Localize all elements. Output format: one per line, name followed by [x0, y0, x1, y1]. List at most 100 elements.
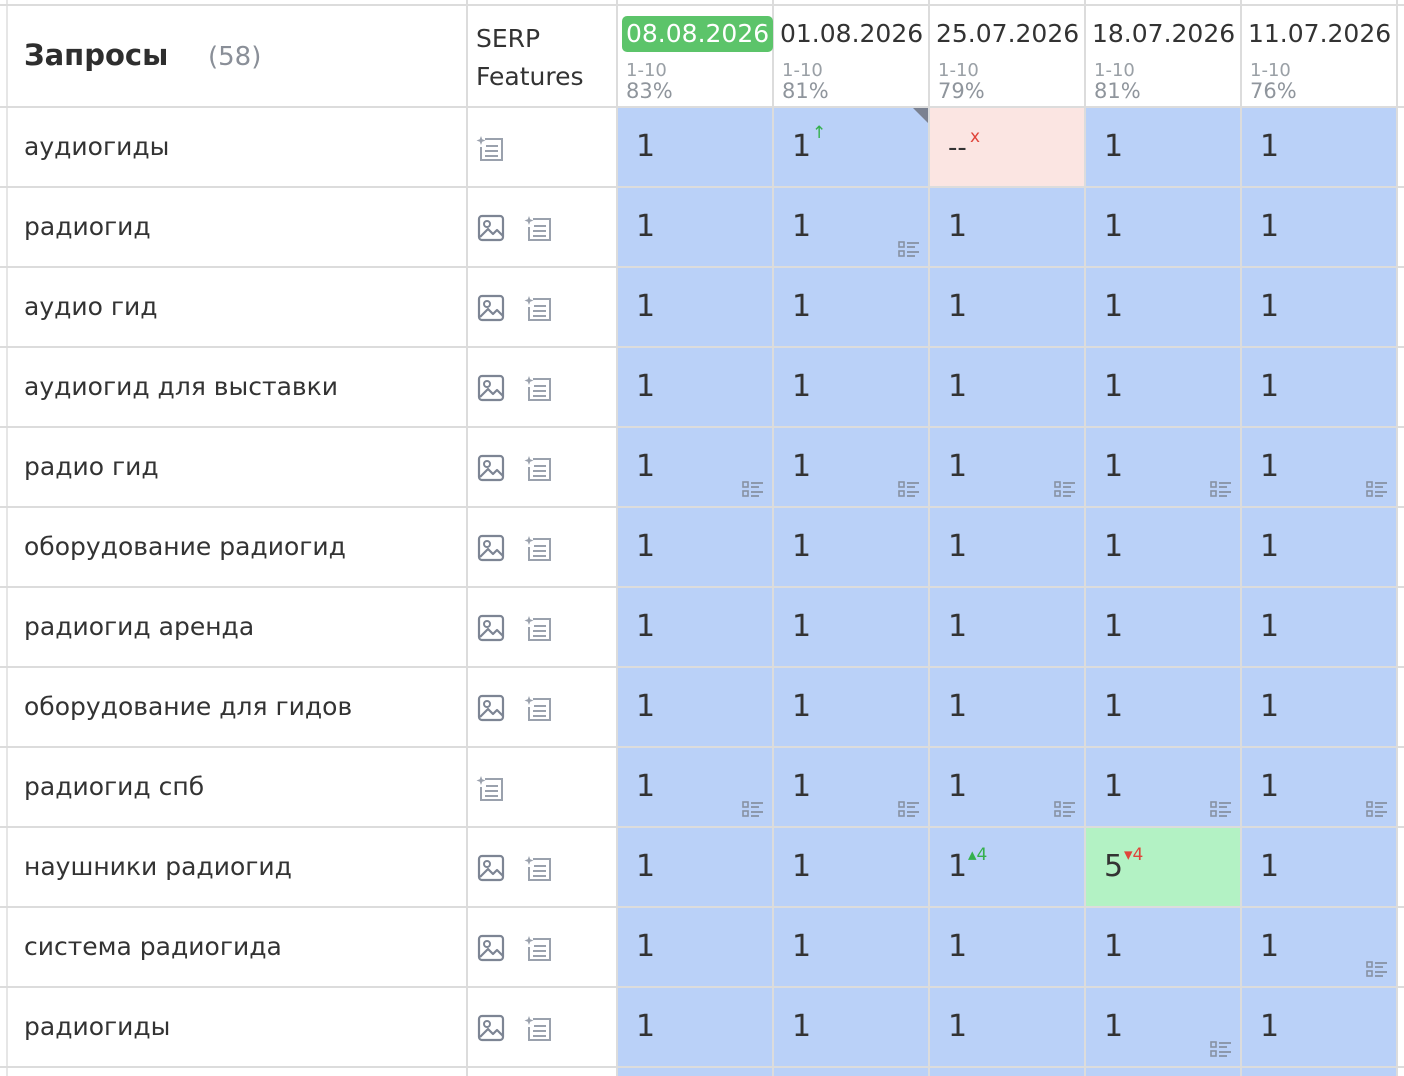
position-cell[interactable]: 1: [618, 508, 772, 586]
position-cell[interactable]: 1: [1086, 988, 1240, 1066]
position-cell[interactable]: 1: [618, 268, 772, 346]
position-cell[interactable]: 1: [618, 188, 772, 266]
position-cell[interactable]: 1: [1086, 268, 1240, 346]
image-icon[interactable]: [476, 853, 506, 883]
position-cell[interactable]: 1: [1242, 588, 1396, 666]
date-column-header[interactable]: 25.07.2026: [934, 16, 1081, 52]
position-cell[interactable]: 1: [618, 348, 772, 426]
position-cell[interactable]: 1: [1086, 668, 1240, 746]
position-cell[interactable]: 1: [618, 588, 772, 666]
serp-list-icon[interactable]: [524, 213, 554, 243]
position-cell[interactable]: 1: [930, 508, 1084, 586]
position-cell[interactable]: [1242, 1068, 1396, 1076]
position-cell[interactable]: 1: [774, 188, 928, 266]
position-cell[interactable]: 1 ↑: [774, 108, 928, 186]
position-cell[interactable]: 1: [774, 668, 928, 746]
image-icon[interactable]: [476, 693, 506, 723]
position-cell[interactable]: [1086, 1068, 1240, 1076]
serp-list-icon[interactable]: [524, 613, 554, 643]
position-cell[interactable]: 1: [1086, 428, 1240, 506]
position-cell[interactable]: 1: [618, 428, 772, 506]
position-cell[interactable]: 1: [618, 908, 772, 986]
serp-list-icon[interactable]: [524, 693, 554, 723]
position-cell[interactable]: [618, 1068, 772, 1076]
query-text[interactable]: аудио гид: [24, 292, 158, 322]
query-text[interactable]: оборудование радиогид: [24, 532, 346, 562]
position-cell[interactable]: 1: [930, 428, 1084, 506]
position-cell[interactable]: 1: [930, 748, 1084, 826]
position-cell[interactable]: 1: [618, 108, 772, 186]
serp-list-icon[interactable]: [524, 453, 554, 483]
image-icon[interactable]: [476, 613, 506, 643]
serp-list-icon[interactable]: [524, 373, 554, 403]
query-text[interactable]: наушники радиогид: [24, 852, 292, 882]
query-text[interactable]: радиогид: [24, 212, 151, 242]
position-cell[interactable]: 1: [1242, 908, 1396, 986]
position-cell[interactable]: 1: [1242, 988, 1396, 1066]
image-icon[interactable]: [476, 373, 506, 403]
query-text[interactable]: радиогид спб: [24, 772, 204, 802]
position-cell[interactable]: [930, 1068, 1084, 1076]
image-icon[interactable]: [476, 933, 506, 963]
position-cell[interactable]: 1: [1086, 188, 1240, 266]
position-cell[interactable]: 1: [930, 348, 1084, 426]
position-cell[interactable]: 1: [618, 748, 772, 826]
date-column-header[interactable]: 11.07.2026: [1246, 16, 1393, 52]
position-cell[interactable]: 1: [1242, 348, 1396, 426]
serp-list-icon[interactable]: [476, 133, 506, 163]
date-column-header[interactable]: 01.08.2026: [778, 16, 925, 52]
position-cell[interactable]: 1: [1086, 108, 1240, 186]
position-cell[interactable]: 1: [930, 668, 1084, 746]
query-text[interactable]: радиогид аренда: [24, 612, 254, 642]
position-cell[interactable]: 1: [774, 908, 928, 986]
position-cell[interactable]: 1: [1242, 748, 1396, 826]
position-cell[interactable]: 1: [774, 428, 928, 506]
position-cell[interactable]: 1: [618, 668, 772, 746]
date-column-header[interactable]: 18.07.2026: [1090, 16, 1237, 52]
position-cell[interactable]: 1: [618, 988, 772, 1066]
query-text[interactable]: оборудование для гидов: [24, 692, 352, 722]
image-icon[interactable]: [476, 293, 506, 323]
position-cell[interactable]: 1: [1242, 108, 1396, 186]
image-icon[interactable]: [476, 533, 506, 563]
position-cell[interactable]: 1: [1086, 908, 1240, 986]
serp-list-icon[interactable]: [524, 533, 554, 563]
query-text[interactable]: аудиогид для выставки: [24, 372, 338, 402]
position-cell[interactable]: 1: [930, 268, 1084, 346]
position-cell[interactable]: 1: [1086, 748, 1240, 826]
position-cell[interactable]: 1: [930, 588, 1084, 666]
serp-list-icon[interactable]: [524, 1013, 554, 1043]
serp-list-icon[interactable]: [524, 853, 554, 883]
position-cell[interactable]: 1: [930, 988, 1084, 1066]
position-cell[interactable]: 1: [1086, 508, 1240, 586]
position-cell[interactable]: 5 ▾4: [1086, 828, 1240, 906]
serp-list-icon[interactable]: [524, 933, 554, 963]
position-cell[interactable]: 1: [774, 828, 928, 906]
query-text[interactable]: система радиогида: [24, 932, 282, 962]
query-text[interactable]: радио гид: [24, 452, 159, 482]
image-icon[interactable]: [476, 453, 506, 483]
position-cell[interactable]: 1: [1242, 828, 1396, 906]
position-cell[interactable]: 1: [930, 908, 1084, 986]
query-text[interactable]: аудиогиды: [24, 132, 169, 162]
image-icon[interactable]: [476, 1013, 506, 1043]
date-column-header[interactable]: 08.08.2026: [622, 16, 774, 52]
position-cell[interactable]: 1: [1242, 668, 1396, 746]
position-cell[interactable]: 1: [774, 348, 928, 426]
position-cell[interactable]: 1: [1242, 268, 1396, 346]
note-corner-marker[interactable]: [913, 108, 928, 123]
position-cell[interactable]: 1: [1242, 188, 1396, 266]
position-cell[interactable]: 1: [774, 748, 928, 826]
position-cell[interactable]: -- x: [930, 108, 1084, 186]
position-cell[interactable]: 1: [774, 588, 928, 666]
position-cell[interactable]: 1: [618, 828, 772, 906]
serp-features-header[interactable]: SERP Features: [476, 20, 606, 96]
position-cell[interactable]: 1: [1086, 348, 1240, 426]
query-text[interactable]: радиогиды: [24, 1012, 170, 1042]
position-cell[interactable]: 1: [1242, 508, 1396, 586]
serp-list-icon[interactable]: [524, 293, 554, 323]
position-cell[interactable]: 1 ▴4: [930, 828, 1084, 906]
position-cell[interactable]: 1: [930, 188, 1084, 266]
serp-list-icon[interactable]: [476, 773, 506, 803]
position-cell[interactable]: 1: [774, 988, 928, 1066]
